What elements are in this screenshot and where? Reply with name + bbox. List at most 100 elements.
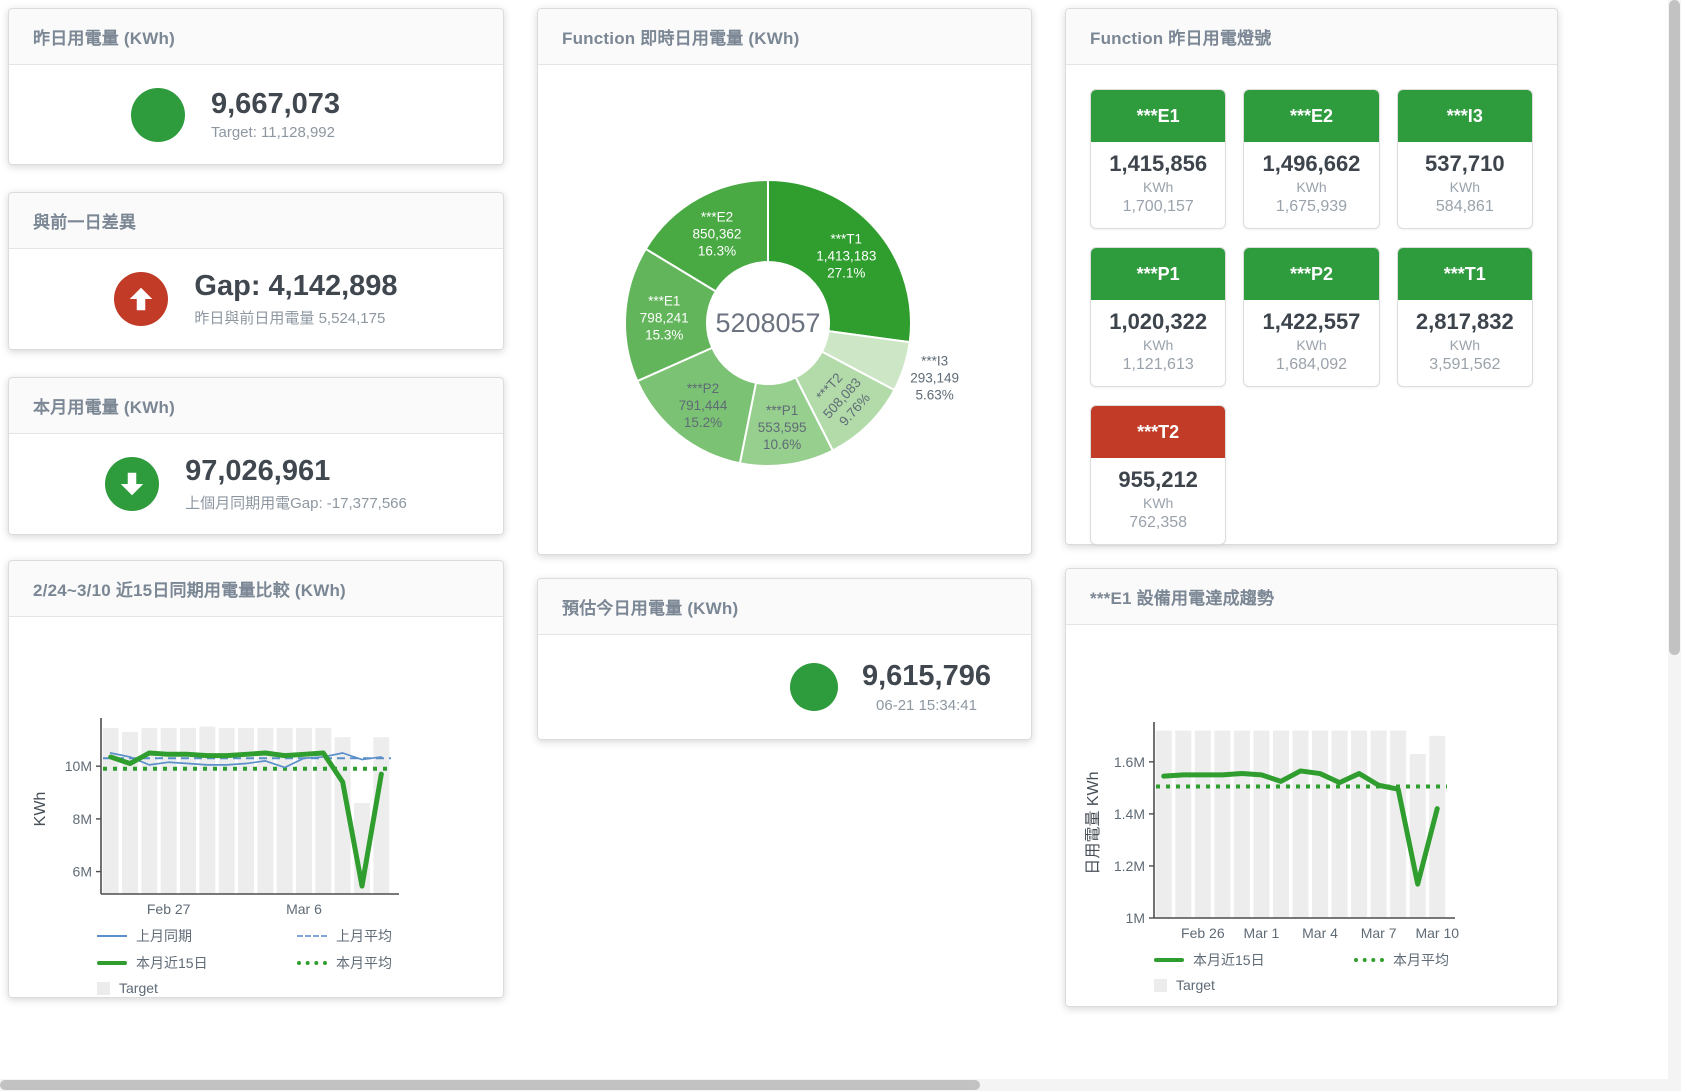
kpi-timestamp: 06-21 15:34:41 [862,697,991,714]
svg-text:Mar 10: Mar 10 [1415,925,1459,941]
tile-target-value: 1,121,613 [1095,356,1221,374]
arrow-down-icon [105,457,159,511]
legend-item[interactable]: Target [97,980,297,996]
tile-value: 537,710 [1402,151,1528,177]
svg-text:Feb 27: Feb 27 [147,901,191,917]
svg-text:1.2M: 1.2M [1114,858,1145,874]
card-title: ***E1 設備用電達成趨勢 [1090,584,1274,609]
arrow-up-icon [114,272,168,326]
legend-item[interactable]: 本月近15日 [1154,950,1354,970]
tile-name: ***I3 [1398,90,1532,142]
status-circle-icon [131,88,185,142]
tile-target-value: 584,861 [1402,198,1528,216]
svg-text:6M: 6M [73,864,92,880]
card-header: 昨日用電量 (KWh) [9,9,503,65]
donut-label-I3: ***I3293,1495.63% [910,354,959,403]
legend-item[interactable]: 本月近15日 [97,953,297,973]
legend-item[interactable]: 本月平均 [1354,950,1554,970]
svg-text:Mar 1: Mar 1 [1244,925,1280,941]
tile-unit: KWh [1095,495,1221,511]
svg-text:Mar 4: Mar 4 [1302,925,1338,941]
legend-label: 上月同期 [136,926,192,946]
status-tile-I3: ***I3 537,710 KWh 584,861 [1397,89,1533,229]
kpi-subtitle: Target: 11,128,992 [211,124,381,141]
kpi-value: 9,615,796 [862,660,991,693]
status-circle-icon [790,663,838,711]
status-tile-E1: ***E1 1,415,856 KWh 1,700,157 [1090,89,1226,229]
svg-text:10M: 10M [65,758,92,774]
compare-chart[interactable]: 6M8M10MFeb 27Mar 6KWh [9,617,503,919]
card-title: 本月用電量 (KWh) [33,393,175,418]
status-tile-P2: ***P2 1,422,557 KWh 1,684,092 [1243,247,1379,387]
card-header: ***E1 設備用電達成趨勢 [1066,569,1557,625]
card-title: 2/24~3/10 近15日同期用電量比較 (KWh) [33,576,346,601]
trend-chart[interactable]: 1M1.2M1.4M1.6MFeb 26Mar 1Mar 4Mar 7Mar 1… [1066,625,1557,943]
trend-chart-legend: 本月近15日 本月平均 Target [1066,950,1557,993]
legend-label: 本月近15日 [1193,950,1265,970]
tile-unit: KWh [1095,179,1221,195]
kpi-value: 97,026,961 [185,455,407,488]
kpi-subtitle: 上個月同期用電Gap: -17,377,566 [185,492,407,513]
svg-text:KWh: KWh [32,792,49,827]
legend-label: 本月近15日 [136,953,208,973]
tile-name: ***E2 [1244,90,1378,142]
legend-item[interactable]: 本月平均 [297,953,497,973]
card-title: 預估今日用電量 (KWh) [562,594,738,619]
card-title: Function 即時日用電量 (KWh) [562,24,799,49]
kpi-subtitle: 昨日與前日用電量 5,524,175 [194,307,397,328]
tile-name: ***T1 [1398,248,1532,300]
legend-swatch-thick [97,961,127,965]
card-yesterday-usage: 昨日用電量 (KWh) 9,667,073 Target: 11,128,992 [8,8,504,165]
legend-swatch-square [97,982,110,995]
card-title: Function 昨日用電燈號 [1090,24,1271,49]
tile-target-value: 1,675,939 [1248,198,1374,216]
svg-text:Mar 6: Mar 6 [286,901,322,917]
card-yesterday-status-lights: Function 昨日用電燈號 ***E1 1,415,856 KWh 1,70… [1065,8,1558,545]
status-tile-T2: ***T2 955,212 KWh 762,358 [1090,405,1226,545]
svg-text:1M: 1M [1126,910,1145,926]
card-header: 本月用電量 (KWh) [9,378,503,434]
legend-item[interactable]: 上月平均 [297,926,497,946]
svg-text:1.6M: 1.6M [1114,754,1145,770]
horizontal-scrollbar [0,1079,1668,1091]
status-tile-T1: ***T1 2,817,832 KWh 3,591,562 [1397,247,1533,387]
donut-center-total: 5208057 [715,308,820,338]
tile-target-value: 1,684,092 [1248,356,1374,374]
tile-name: ***E1 [1091,90,1225,142]
tile-unit: KWh [1248,179,1374,195]
horizontal-scrollbar-thumb[interactable] [0,1080,980,1090]
tile-value: 1,415,856 [1095,151,1221,177]
legend-swatch-dashed [297,935,327,937]
kpi-value: Gap: 4,142,898 [194,270,397,303]
legend-label: Target [1176,977,1215,993]
svg-text:日用電量 KWh: 日用電量 KWh [1085,771,1102,874]
card-15day-compare-chart: 2/24~3/10 近15日同期用電量比較 (KWh) 6M8M10MFeb 2… [8,560,504,998]
kpi-value: 9,667,073 [211,88,381,121]
vertical-scrollbar [1668,0,1681,1091]
tile-value: 2,817,832 [1402,309,1528,335]
vertical-scrollbar-thumb[interactable] [1669,0,1680,655]
card-title: 昨日用電量 (KWh) [33,24,175,49]
tile-name: ***P1 [1091,248,1225,300]
tile-unit: KWh [1095,337,1221,353]
tile-target-value: 3,591,562 [1402,356,1528,374]
tile-value: 1,422,557 [1248,309,1374,335]
tile-target-value: 1,700,157 [1095,198,1221,216]
card-header: 預估今日用電量 (KWh) [538,579,1031,635]
svg-text:Feb 26: Feb 26 [1181,925,1225,941]
realtime-donut-chart[interactable]: ***T11,413,18327.1%***I3293,1495.63%***T… [538,65,1031,553]
legend-label: 本月平均 [336,953,392,973]
card-realtime-usage-donut: Function 即時日用電量 (KWh) ***T11,413,18327.1… [537,8,1032,555]
legend-item[interactable]: 上月同期 [97,926,297,946]
tile-unit: KWh [1402,179,1528,195]
lights-grid: ***E1 1,415,856 KWh 1,700,157 ***E2 1,49… [1066,65,1557,569]
tile-name: ***T2 [1091,406,1225,458]
tile-value: 955,212 [1095,467,1221,493]
card-header: Function 即時日用電量 (KWh) [538,9,1031,65]
legend-item[interactable]: Target [1154,977,1354,993]
card-header: 2/24~3/10 近15日同期用電量比較 (KWh) [9,561,503,617]
tile-value: 1,020,322 [1095,309,1221,335]
compare-chart-legend: 上月同期 上月平均本月近15日 本月平均 Target [9,926,503,996]
legend-label: Target [119,980,158,996]
svg-text:1.4M: 1.4M [1114,806,1145,822]
